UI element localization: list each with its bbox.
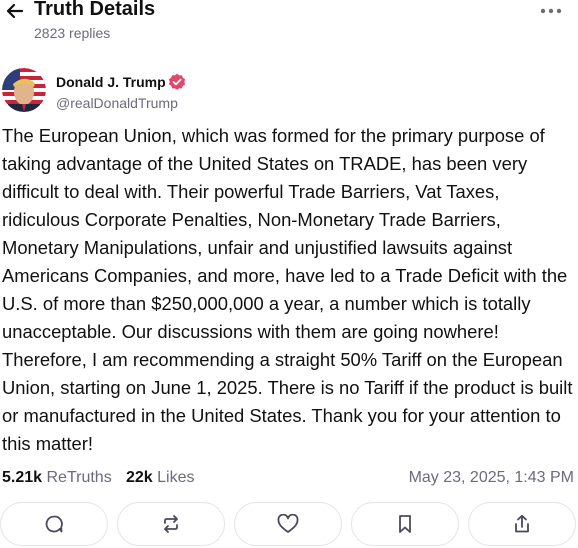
author-handle[interactable]: @realDonaldTrump bbox=[56, 95, 178, 111]
share-icon bbox=[515, 514, 529, 533]
back-button[interactable] bbox=[4, 0, 26, 22]
bookmark-icon bbox=[399, 515, 411, 533]
likes-label: Likes bbox=[157, 469, 195, 486]
retruth-icon bbox=[164, 515, 178, 533]
retruth-button[interactable] bbox=[117, 502, 225, 546]
like-icon bbox=[277, 514, 299, 533]
more-button[interactable] bbox=[538, 0, 564, 22]
post-stats: 5.21k ReTruths 22k Likes May 23, 2025, 1… bbox=[0, 466, 578, 490]
post-text: The European Union, which was formed for… bbox=[2, 125, 573, 454]
more-horizontal-icon bbox=[540, 8, 562, 14]
reply-count: 2823 replies bbox=[34, 25, 111, 41]
like-button[interactable] bbox=[234, 502, 342, 546]
top-bar: Truth Details 2823 replies bbox=[0, 0, 578, 46]
retruths-label: ReTruths bbox=[46, 469, 112, 486]
avatar[interactable] bbox=[2, 68, 46, 112]
page-title: Truth Details bbox=[34, 0, 156, 20]
likes-stat[interactable]: 22k Likes bbox=[126, 466, 195, 490]
post-author: Donald J. Trump @realDonaldTrump bbox=[0, 68, 578, 116]
retruths-count: 5.21k bbox=[2, 469, 43, 486]
action-bar bbox=[0, 502, 578, 548]
arrow-left-icon bbox=[6, 3, 24, 19]
share-button[interactable] bbox=[468, 502, 576, 546]
reply-icon bbox=[45, 515, 63, 533]
bookmark-button[interactable] bbox=[351, 502, 459, 546]
reply-button[interactable] bbox=[0, 502, 108, 546]
post-timestamp: May 23, 2025, 1:43 PM bbox=[408, 469, 574, 486]
author-name[interactable]: Donald J. Trump bbox=[56, 74, 166, 90]
retruths-stat[interactable]: 5.21k ReTruths bbox=[2, 466, 112, 490]
verified-badge-icon bbox=[168, 73, 186, 90]
likes-count: 22k bbox=[126, 469, 153, 486]
